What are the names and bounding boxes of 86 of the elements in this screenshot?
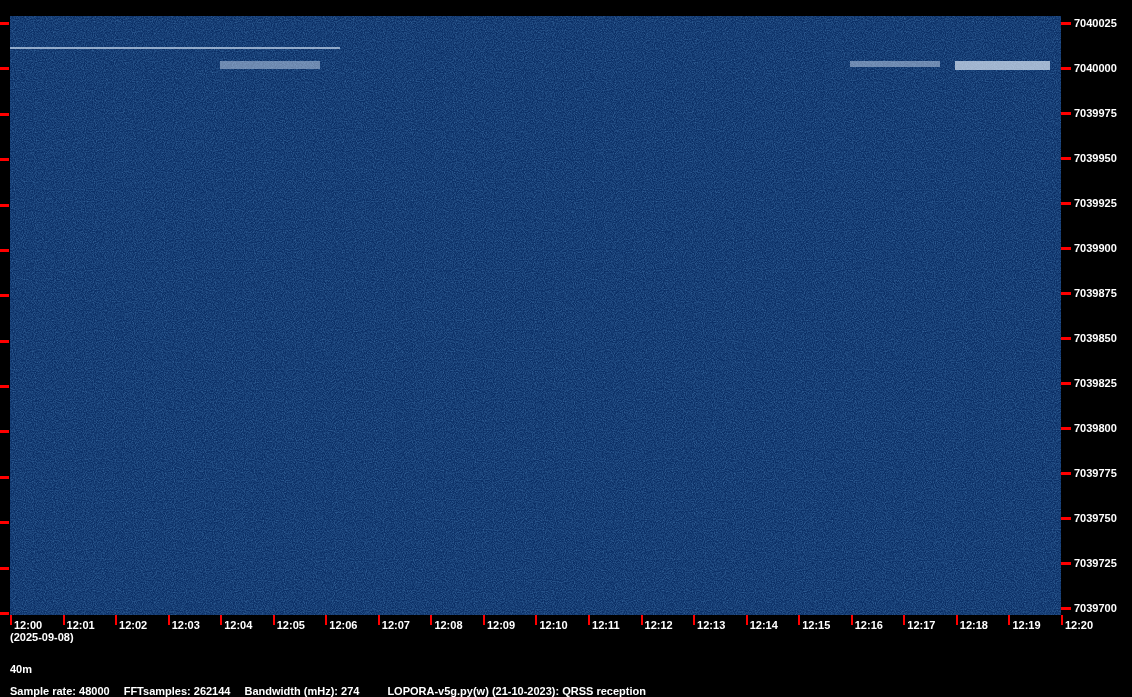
tick-mark [377,615,380,625]
tick-mark [482,615,485,625]
time-label: 12:01 [66,619,95,631]
tick-mark [1008,615,1011,625]
info-text: FFTsamples: 262144 [123,685,231,697]
frequency-label: 7039800 [1074,422,1117,435]
tick-mark [115,615,118,625]
info-text: Bandwidth (mHz): 274 [244,685,360,697]
frequency-label: 7039950 [1074,152,1117,165]
tick-mark [0,339,9,343]
time-label: 12:19 [1012,619,1041,631]
date-label: (2025-09-08) [9,631,75,644]
band-label: 40m [9,663,34,676]
time-label: 12:09 [486,619,516,631]
tick-mark [535,615,538,625]
tick-mark [903,615,906,625]
tick-mark [220,615,223,625]
tick-mark [1061,202,1071,205]
tick-mark [588,615,590,625]
time-label: 12:10 [539,619,568,631]
time-label: 12:06 [329,619,358,631]
time-label: 12:08 [434,619,463,631]
time-label: 12:17 [907,619,936,631]
frequency-label: 7039825 [1074,377,1117,390]
tick-mark [955,615,958,625]
time-label: 12:11 [592,619,620,631]
tick-mark [325,615,328,625]
tick-mark [1061,562,1071,565]
time-label: 12:20 [1064,619,1094,631]
tick-mark [745,615,748,625]
time-label: 12:18 [959,619,988,631]
tick-mark [0,430,9,434]
tick-mark [1061,292,1071,295]
frequency-label: 7039725 [1074,557,1117,570]
tick-mark [430,615,433,625]
frequency-label: 7039700 [1074,602,1117,615]
tick-mark [0,22,9,25]
tick-mark [1061,247,1071,250]
tick-mark [0,566,9,570]
tick-mark [0,248,9,252]
time-label: 12:05 [276,619,305,631]
time-label: 12:13 [697,619,726,631]
frequency-label: 7039875 [1074,287,1117,300]
tick-mark [1061,517,1071,520]
tick-mark [1061,337,1071,340]
frequency-label: 7039975 [1074,107,1117,120]
tick-mark [0,112,9,116]
info-text: Sample rate: 48000 [10,685,110,697]
program-caption: LOPORA-v5g.py(w) (21-10-2023): QRSS reception [387,685,646,697]
time-label: 12:15 [802,619,831,631]
tick-mark [1061,427,1071,430]
tick-mark [272,615,275,625]
frequency-label: 7039850 [1074,332,1117,345]
frequency-label: 7039900 [1074,242,1117,255]
tick-mark [693,615,696,625]
time-label: 12:14 [749,619,778,631]
frequency-label: 7039775 [1074,467,1117,480]
time-label: 12:16 [854,619,883,631]
frequency-label: 7040000 [1074,62,1117,75]
tick-mark [0,203,9,207]
frequency-label: 7040025 [1074,17,1117,30]
tick-mark [640,615,643,625]
frequency-label: 7039750 [1074,512,1117,525]
time-label: 12:07 [381,619,410,631]
time-label: 12:04 [224,619,253,631]
tick-mark [0,475,9,479]
frequency-label: 7039925 [1074,197,1117,210]
tick-mark [1061,157,1071,160]
tick-mark [0,385,9,388]
tick-mark [1061,472,1071,475]
time-label: 12:03 [171,619,200,631]
tick-mark [0,158,9,162]
tick-mark [62,615,65,625]
tick-mark [798,615,801,625]
tick-mark [167,615,170,625]
tick-mark [1061,67,1071,70]
tick-mark [1061,22,1071,25]
time-label: 12:12 [644,619,673,631]
time-label: 12:00 [14,619,43,631]
tick-mark [0,67,9,71]
tick-mark [0,521,9,525]
time-label: 12:02 [119,619,148,631]
tick-mark [850,615,853,625]
tick-mark [1061,112,1071,115]
tick-mark [1061,382,1071,385]
tick-mark [0,294,9,298]
